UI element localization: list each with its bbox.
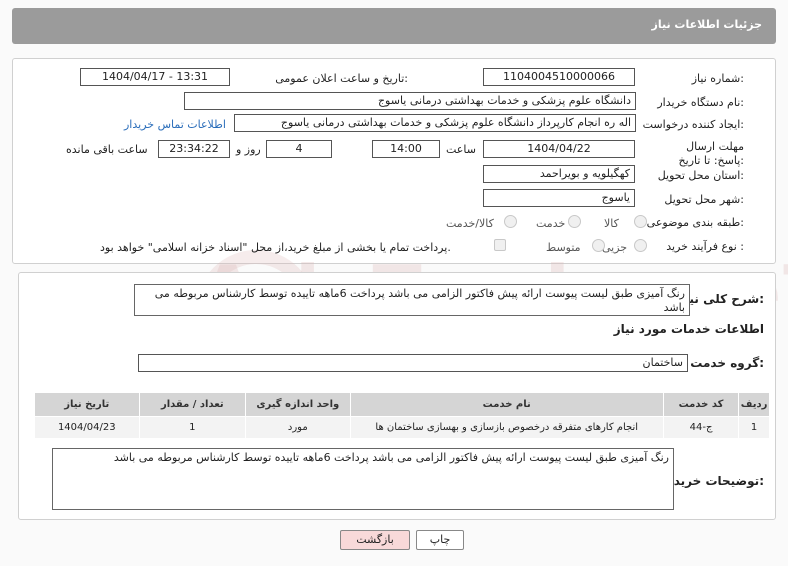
deadline-date-field: 1404/04/22 (483, 140, 635, 158)
remaining-time-field: 23:34:22 (158, 140, 230, 158)
process-radio-minor[interactable] (634, 239, 647, 252)
process-radio-medium[interactable] (592, 239, 605, 252)
process-option-minor: جزیی (602, 241, 628, 254)
time-label: ساعت (446, 143, 476, 156)
services-section-title: اطلاعات خدمات مورد نیاز (613, 322, 764, 336)
header-bar: جزئیات اطلاعات نیاز (12, 8, 776, 44)
need-number-label: شماره نیاز: (691, 72, 744, 85)
deadline-label: مهلت ارسال پاسخ: تا تاریخ: (678, 140, 744, 167)
cell-unit: مورد (245, 416, 351, 439)
city-field: یاسوج (483, 189, 635, 207)
category-option-goods: کالا (604, 217, 619, 230)
payment-note: پرداخت تمام یا بخشی از مبلغ خرید،از محل … (100, 241, 451, 254)
buyer-org-field: دانشگاه علوم پزشکی و خدمات بهداشتی درمان… (184, 92, 636, 110)
col-qty: تعداد / مقدار (138, 392, 247, 417)
description-label: شرح کلی نیاز: (678, 292, 764, 306)
process-label: نوع فرآیند خرید : (666, 240, 744, 253)
cell-code: ج-44 (662, 416, 740, 439)
description-text[interactable]: رنگ آمیزی طبق لیست پیوست ارائه پیش فاکتو… (134, 284, 690, 316)
buyer-org-label: نام دستگاه خریدار: (657, 96, 744, 109)
need-number-field: 1104004510000066 (483, 68, 635, 86)
buyer-notes-label: توضیحات خریدار: (662, 474, 764, 488)
col-code: کد خدمت (662, 392, 740, 417)
days-label: روز و (236, 143, 261, 156)
col-date: تاریخ نیاز (34, 392, 140, 417)
services-table: ردیف کد خدمت نام خدمت واحد اندازه گیری ت… (34, 392, 770, 439)
buyer-notes-text[interactable]: رنگ آمیزی طبق لیست پیوست ارائه پیش فاکتو… (52, 448, 674, 510)
deadline-time-field: 14:00 (372, 140, 440, 158)
category-radio-service[interactable] (568, 215, 581, 228)
cell-row: 1 (738, 416, 770, 439)
col-row: ردیف (738, 392, 770, 417)
creator-field: اله ره انجام کارپرداز دانشگاه علوم پزشکی… (234, 114, 636, 132)
announce-label: تاریخ و ساعت اعلان عمومی: (275, 72, 408, 85)
city-label: شهر محل تحویل: (664, 193, 744, 206)
cell-name: انجام کارهای متفرقه درخصوص بازسازی و بهس… (349, 416, 664, 439)
info-panel (12, 58, 776, 264)
page-title: جزئیات اطلاعات نیاز (651, 18, 763, 31)
cell-qty: 1 (138, 416, 247, 439)
category-label: طبقه بندی موضوعی: (646, 216, 744, 229)
process-option-medium: متوسط (546, 241, 581, 254)
col-name: نام خدمت (349, 392, 664, 417)
days-field: 4 (266, 140, 332, 158)
back-button[interactable]: بازگشت (340, 530, 410, 550)
category-option-goods-service: کالا/خدمت (446, 217, 494, 230)
category-radio-goods-service[interactable] (504, 215, 517, 228)
province-field: کهگیلویه و بویراحمد (483, 165, 635, 183)
creator-label: ایجاد کننده درخواست: (642, 118, 744, 131)
cell-date: 1404/04/23 (34, 416, 140, 439)
announce-field: 1404/04/17 - 13:31 (80, 68, 230, 86)
category-option-service: خدمت (536, 217, 566, 230)
page: جزئیات اطلاعات نیاز AriaTender.neT شماره… (0, 0, 788, 566)
table-row: 1 ج-44 انجام کارهای متفرقه درخصوص بازساز… (34, 416, 770, 439)
service-group-field: ساختمان (138, 354, 688, 372)
service-group-label: گروه خدمت: (690, 356, 764, 370)
col-unit: واحد اندازه گیری (245, 392, 351, 417)
treasury-payment-checkbox[interactable] (494, 239, 506, 251)
category-radio-goods[interactable] (634, 215, 647, 228)
print-button[interactable]: چاپ (416, 530, 464, 550)
remaining-label: ساعت باقی مانده (66, 143, 148, 156)
province-label: استان محل تحویل: (657, 169, 744, 182)
buyer-contact-link[interactable]: اطلاعات تماس خریدار (124, 118, 226, 131)
